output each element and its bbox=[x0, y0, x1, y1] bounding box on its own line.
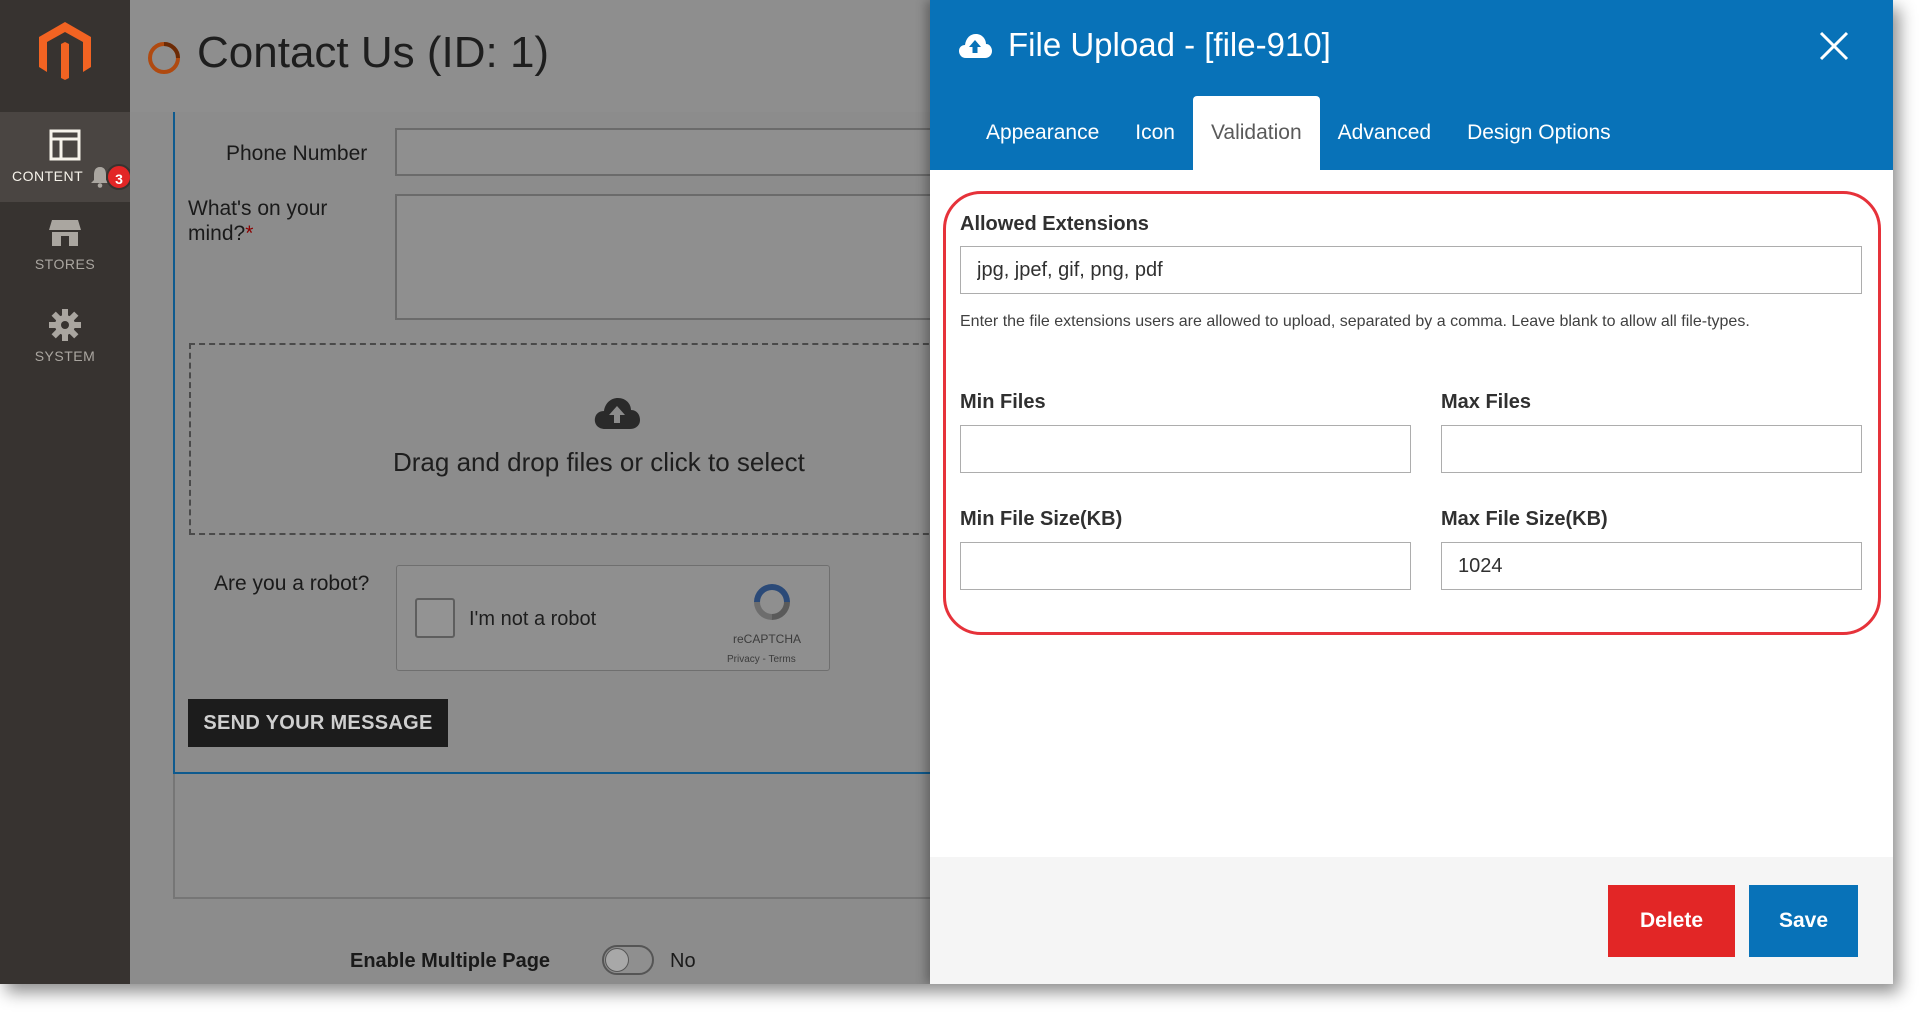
delete-button[interactable]: Delete bbox=[1608, 885, 1735, 957]
recaptcha-widget: I'm not a robot reCAPTCHA Privacy - Term… bbox=[396, 565, 830, 671]
page-content: Contact Us (ID: 1) Phone Number What's o… bbox=[130, 0, 995, 984]
min-files-label: Min Files bbox=[960, 391, 1046, 413]
message-label: What's on your mind?* bbox=[188, 196, 358, 246]
sidebar-item-content[interactable]: CONTENT bbox=[0, 112, 130, 202]
phone-number-field[interactable] bbox=[395, 128, 995, 176]
tab-advanced[interactable]: Advanced bbox=[1320, 96, 1449, 170]
dropzone-text: Drag and drop files or click to select bbox=[393, 447, 805, 477]
recaptcha-checkbox[interactable] bbox=[415, 598, 455, 638]
send-message-button[interactable]: SEND YOUR MESSAGE bbox=[188, 699, 448, 747]
sidebar-item-label: STORES bbox=[34, 256, 96, 272]
app-window: CONTENT 3 STORES SYSTEM Contact Us (ID: … bbox=[0, 0, 1893, 984]
tab-icon[interactable]: Icon bbox=[1117, 96, 1193, 170]
allowed-extensions-note: Enter the file extensions users are allo… bbox=[960, 313, 1750, 330]
sidebar-item-system[interactable]: SYSTEM bbox=[0, 292, 130, 382]
enable-multiple-page-label: Enable Multiple Page bbox=[350, 950, 551, 972]
enable-multiple-page-value: No bbox=[670, 950, 696, 972]
recaptcha-logo-icon bbox=[754, 584, 790, 620]
cloud-upload-icon bbox=[959, 34, 992, 58]
save-button[interactable]: Save bbox=[1749, 885, 1858, 957]
page-title: Contact Us (ID: 1) bbox=[197, 28, 550, 77]
sidebar-item-label: SYSTEM bbox=[34, 348, 96, 364]
recaptcha-label: I'm not a robot bbox=[469, 608, 597, 630]
sidebar-item-stores[interactable]: STORES bbox=[0, 200, 130, 290]
message-label-text: What's on your mind? bbox=[188, 197, 328, 245]
gear-icon bbox=[49, 309, 81, 341]
min-files-input[interactable] bbox=[960, 425, 1411, 473]
allowed-extensions-input[interactable] bbox=[960, 246, 1862, 294]
max-files-label: Max Files bbox=[1441, 391, 1532, 413]
required-mark: * bbox=[245, 222, 254, 245]
phone-number-label: Phone Number bbox=[226, 142, 368, 165]
max-files-input[interactable] bbox=[1441, 425, 1862, 473]
magento-logo-icon[interactable] bbox=[37, 20, 93, 80]
recaptcha-brand: reCAPTCHA bbox=[733, 632, 802, 646]
modal-header: File Upload - [file-910] Appearance Icon… bbox=[930, 0, 1893, 170]
file-dropzone[interactable]: Drag and drop files or click to select bbox=[189, 343, 949, 535]
enable-multiple-page-toggle[interactable] bbox=[602, 945, 654, 975]
loading-spinner-icon bbox=[148, 42, 180, 74]
tab-design-options[interactable]: Design Options bbox=[1449, 96, 1629, 170]
min-file-size-label: Min File Size(KB) bbox=[960, 508, 1123, 530]
file-upload-modal: File Upload - [file-910] Appearance Icon… bbox=[930, 0, 1893, 984]
max-file-size-label: Max File Size(KB) bbox=[1441, 508, 1608, 530]
modal-title: File Upload - [file-910] bbox=[1008, 26, 1331, 63]
captcha-label: Are you a robot? bbox=[214, 572, 370, 595]
cloud-upload-icon bbox=[594, 398, 640, 429]
tab-validation[interactable]: Validation bbox=[1192, 96, 1320, 170]
recaptcha-links[interactable]: Privacy - Terms bbox=[727, 654, 796, 665]
page-header: Contact Us (ID: 1) bbox=[130, 0, 930, 112]
modal-tabs: Appearance Icon Validation Advanced Desi… bbox=[968, 96, 1629, 170]
notification-badge[interactable]: 3 bbox=[106, 164, 132, 190]
min-file-size-input[interactable] bbox=[960, 542, 1411, 590]
max-file-size-input[interactable] bbox=[1441, 542, 1862, 590]
close-icon[interactable] bbox=[1816, 28, 1852, 64]
store-icon bbox=[49, 220, 81, 246]
allowed-extensions-label: Allowed Extensions bbox=[960, 213, 1149, 235]
modal-footer: Delete Save bbox=[930, 857, 1893, 984]
message-textarea[interactable] bbox=[395, 194, 995, 320]
tab-appearance[interactable]: Appearance bbox=[968, 96, 1117, 170]
toggle-knob bbox=[605, 948, 629, 972]
layout-icon bbox=[49, 129, 81, 161]
admin-sidebar: CONTENT 3 STORES SYSTEM bbox=[0, 0, 132, 984]
